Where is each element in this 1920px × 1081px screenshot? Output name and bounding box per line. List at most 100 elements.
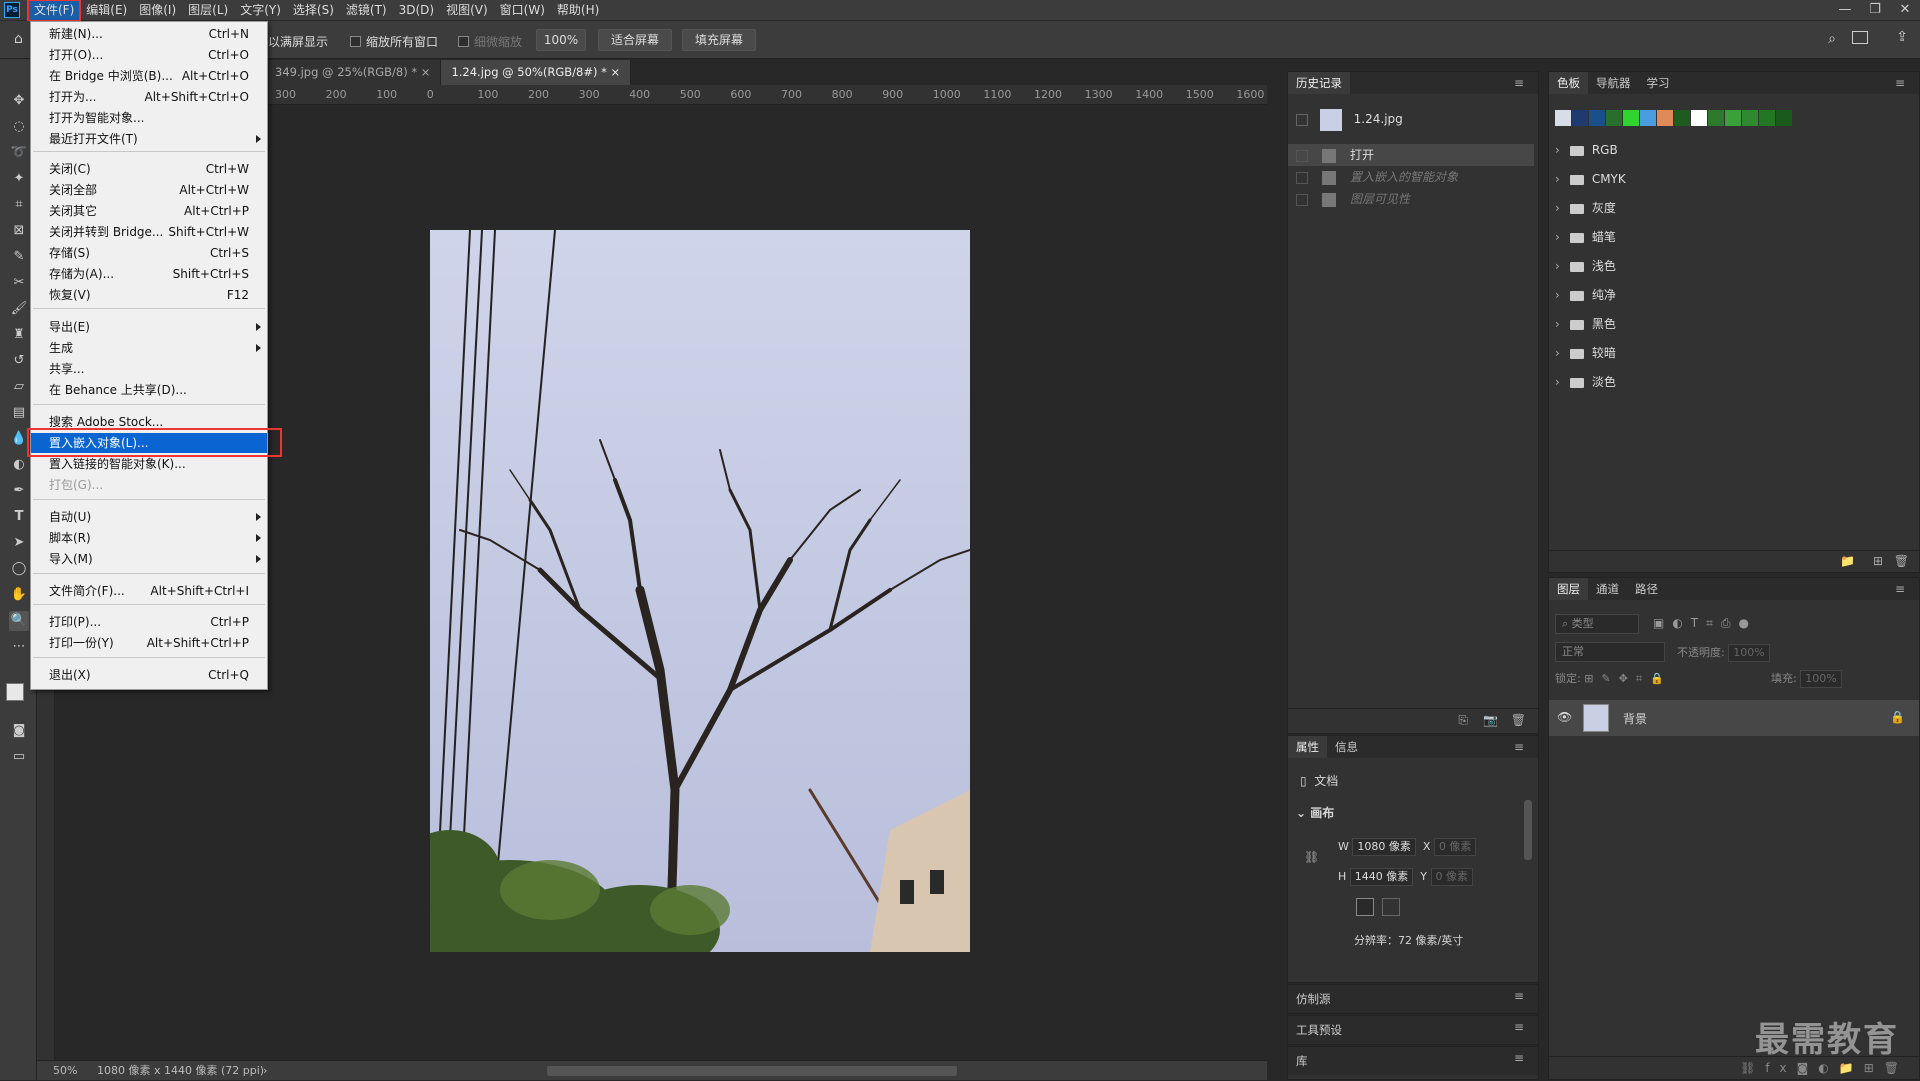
fill-screen-button[interactable]: 填充屏幕 (682, 29, 757, 51)
tab-paths[interactable]: 路径 (1627, 578, 1666, 600)
crop-tool-icon[interactable]: ⌗ (9, 195, 29, 215)
camera-icon[interactable]: 📷 (1483, 713, 1498, 727)
minimize-icon[interactable]: — (1830, 0, 1860, 21)
fullscreen-option[interactable]: 以满屏显示 (268, 33, 328, 50)
screen-mode-icon[interactable]: ▭ (9, 747, 29, 767)
file-menu-item-16[interactable]: 在 Behance 上共享(D)... (31, 380, 267, 400)
layer-row-background[interactable]: 👁 背景 🔒 (1549, 700, 1919, 736)
layer-filter-select[interactable]: ⌕ 类型 (1555, 614, 1639, 634)
folder-icon[interactable]: 📁 (1840, 554, 1855, 568)
tab-document-2[interactable]: 1.24.jpg @ 50%(RGB/8#) * × (441, 60, 632, 85)
gradient-tool-icon[interactable]: ▤ (9, 403, 29, 423)
color-swatch[interactable] (1555, 110, 1571, 126)
panel-menu-icon[interactable]: ≡ (1506, 72, 1532, 94)
menu-4[interactable]: 文字(Y) (234, 0, 287, 21)
ellipse-tool-icon[interactable]: ◯ (9, 559, 29, 579)
color-swatch[interactable] (1657, 110, 1673, 126)
eye-icon[interactable]: 👁 (1557, 710, 1572, 724)
type-tool-icon[interactable]: T (9, 507, 29, 527)
magic-wand-tool-icon[interactable]: ✦ (9, 169, 29, 189)
history-source-checkbox[interactable] (1296, 193, 1308, 206)
tab-navigator[interactable]: 导航器 (1588, 72, 1639, 94)
frame-tool-icon[interactable]: ⊠ (9, 221, 29, 241)
history-source-checkbox[interactable] (1296, 149, 1308, 162)
file-menu-item-15[interactable]: 共享... (31, 359, 267, 379)
swatch-folder[interactable]: › 纯净 (1555, 281, 1915, 310)
more-tools-icon[interactable]: ⋯ (9, 637, 29, 657)
hand-tool-icon[interactable]: ✋ (9, 585, 29, 605)
landscape-orientation-icon[interactable] (1382, 898, 1400, 916)
file-menu-item-9[interactable]: 关闭并转到 Bridge... Shift+Ctrl+W (31, 222, 267, 242)
opacity-field[interactable]: 100% (1728, 644, 1770, 662)
color-swatch[interactable] (1589, 110, 1605, 126)
path-selection-tool-icon[interactable]: ➤ (9, 533, 29, 553)
tab-properties[interactable]: 属性 (1288, 736, 1327, 758)
pen-tool-icon[interactable]: ✒ (9, 481, 29, 501)
panel-menu-icon[interactable]: ≡ (1506, 1047, 1532, 1069)
height-field[interactable]: 1440 像素 (1349, 868, 1414, 886)
x-field[interactable]: 0 像素 (1433, 838, 1477, 856)
healing-tool-icon[interactable]: ✂ (9, 273, 29, 293)
history-item[interactable]: 置入嵌入的智能对象 (1288, 166, 1534, 188)
swatch-folder[interactable]: › CMYK (1555, 165, 1915, 194)
tab-document-1[interactable]: 349.jpg @ 25%(RGB/8) * × (265, 60, 442, 85)
file-menu-item-10[interactable]: 存储(S) Ctrl+S (31, 243, 267, 263)
lasso-tool-icon[interactable]: ➰ (9, 143, 29, 163)
tab-info[interactable]: 信息 (1327, 736, 1366, 758)
eraser-tool-icon[interactable]: ▱ (9, 377, 29, 397)
chevron-right-icon[interactable]: › (263, 1061, 267, 1081)
menu-6[interactable]: 滤镜(T) (340, 0, 393, 21)
trash-icon[interactable]: 🗑 (1894, 554, 1909, 568)
menu-8[interactable]: 视图(V) (440, 0, 494, 21)
tab-learn[interactable]: 学习 (1639, 72, 1678, 94)
color-swatch[interactable] (1742, 110, 1758, 126)
color-swatch[interactable] (1708, 110, 1724, 126)
file-menu-item-23[interactable]: 导入(M) (31, 549, 267, 569)
tab-layers[interactable]: 图层 (1549, 578, 1588, 600)
blur-tool-icon[interactable]: 💧 (9, 429, 29, 449)
swatch-folder[interactable]: › 蜡笔 (1555, 223, 1915, 252)
restore-icon[interactable]: ❐ (1860, 0, 1890, 21)
panel-menu-icon[interactable]: ≡ (1887, 578, 1913, 600)
panel-menu-icon[interactable]: ≡ (1506, 736, 1532, 758)
history-item[interactable]: 图层可见性 (1288, 188, 1534, 210)
file-menu-item-25[interactable]: 打印(P)... Ctrl+P (31, 612, 267, 632)
home-icon[interactable]: ⌂ (14, 31, 30, 47)
file-menu-item-20[interactable]: 打包(G)... (31, 475, 267, 495)
tool-presets-panel[interactable]: 工具预设 ≡ (1287, 1015, 1539, 1045)
swatch-folder[interactable]: › 浅色 (1555, 252, 1915, 281)
trash-icon[interactable]: 🗑 (1511, 713, 1526, 727)
file-menu-item-2[interactable]: 在 Bridge 中浏览(B)... Alt+Ctrl+O (31, 66, 267, 86)
file-menu-item-13[interactable]: 导出(E) (31, 317, 267, 337)
snapshot-checkbox[interactable] (1296, 113, 1308, 126)
color-swatch[interactable] (1640, 110, 1656, 126)
swatch-folder[interactable]: › RGB (1555, 136, 1915, 165)
file-menu-item-24[interactable]: 文件简介(F)... Alt+Shift+Ctrl+I (31, 581, 267, 601)
swatch-folder[interactable]: › 淡色 (1555, 368, 1915, 397)
menu-0[interactable]: 文件(F) (26, 0, 82, 22)
menu-2[interactable]: 图像(I) (133, 0, 182, 21)
panel-menu-icon[interactable]: ≡ (1506, 985, 1532, 1007)
color-swatch[interactable] (1725, 110, 1741, 126)
file-menu-item-0[interactable]: 新建(N)... Ctrl+N (31, 24, 267, 44)
file-menu-item-14[interactable]: 生成 (31, 338, 267, 358)
libraries-panel[interactable]: 库 ≡ (1287, 1046, 1539, 1080)
new-document-from-state-icon[interactable]: ⎘ (1458, 713, 1468, 728)
panel-menu-icon[interactable]: ≡ (1887, 72, 1913, 94)
marquee-tool-icon[interactable]: ◌ (9, 117, 29, 137)
search-icon[interactable]: ⌕ (1828, 31, 1836, 47)
menu-5[interactable]: 选择(S) (287, 0, 340, 21)
menu-10[interactable]: 帮助(H) (551, 0, 605, 21)
foreground-color-swatch[interactable] (6, 683, 24, 701)
new-swatch-icon[interactable]: ⊞ (1873, 554, 1883, 568)
history-item[interactable]: 打开 (1288, 144, 1534, 166)
file-menu-item-21[interactable]: 自动(U) (31, 507, 267, 527)
file-menu-item-6[interactable]: 关闭(C) Ctrl+W (31, 159, 267, 179)
link-icon[interactable]: ⛓ (1304, 850, 1319, 864)
share-icon[interactable]: ⇪ (1896, 29, 1908, 45)
color-swatch[interactable] (1759, 110, 1775, 126)
history-brush-tool-icon[interactable]: ↺ (9, 351, 29, 371)
menu-9[interactable]: 窗口(W) (494, 0, 551, 21)
file-menu-item-19[interactable]: 置入链接的智能对象(K)... (31, 454, 267, 474)
stamp-tool-icon[interactable]: ♜ (9, 325, 29, 345)
